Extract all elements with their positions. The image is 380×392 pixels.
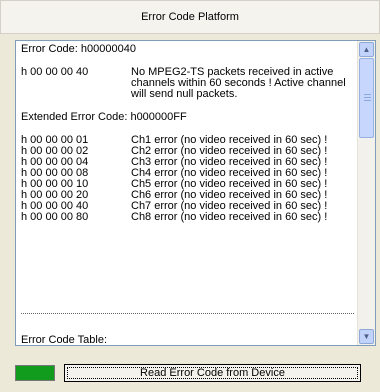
error-output-textarea[interactable]: Error Code: h00000040 h 00 00 00 40 No M…: [15, 40, 376, 346]
vertical-scrollbar[interactable]: ▲ ▼: [357, 41, 375, 345]
extended-error-line: Extended Error Code: h000000FF: [21, 111, 187, 123]
chevron-up-icon: ▲: [362, 45, 371, 54]
scroll-up-button[interactable]: ▲: [359, 42, 374, 57]
window-title-bar: Error Code Platform: [0, 0, 380, 34]
main-error-code: h 00 00 00 40: [21, 66, 89, 78]
channel-error-row: h 00 00 00 80 Ch8 error (no video receive…: [21, 211, 328, 223]
chevron-down-icon: ▼: [362, 332, 371, 341]
channel-error-list: h 00 00 00 01 Ch1 error (no video receive…: [21, 135, 359, 223]
scroll-thumb[interactable]: [359, 58, 374, 138]
status-indicator: [15, 365, 55, 381]
main-error-row: h 00 00 00 40 No MPEG2-TS packets receiv…: [21, 67, 359, 100]
error-output-content: Error Code: h00000040 h 00 00 00 40 No M…: [16, 41, 359, 345]
focus-rectangle: [67, 367, 358, 379]
window-title: Error Code Platform: [141, 11, 239, 23]
error-code-table-label: Error Code Table:: [21, 334, 108, 346]
read-error-code-button[interactable]: Read Error Code from Device: [64, 364, 361, 382]
scroll-down-button[interactable]: ▼: [359, 329, 374, 344]
dotted-separator: [21, 313, 354, 314]
error-code-line: Error Code: h00000040: [21, 43, 136, 55]
main-error-message: No MPEG2-TS packets received in active c…: [131, 66, 346, 100]
